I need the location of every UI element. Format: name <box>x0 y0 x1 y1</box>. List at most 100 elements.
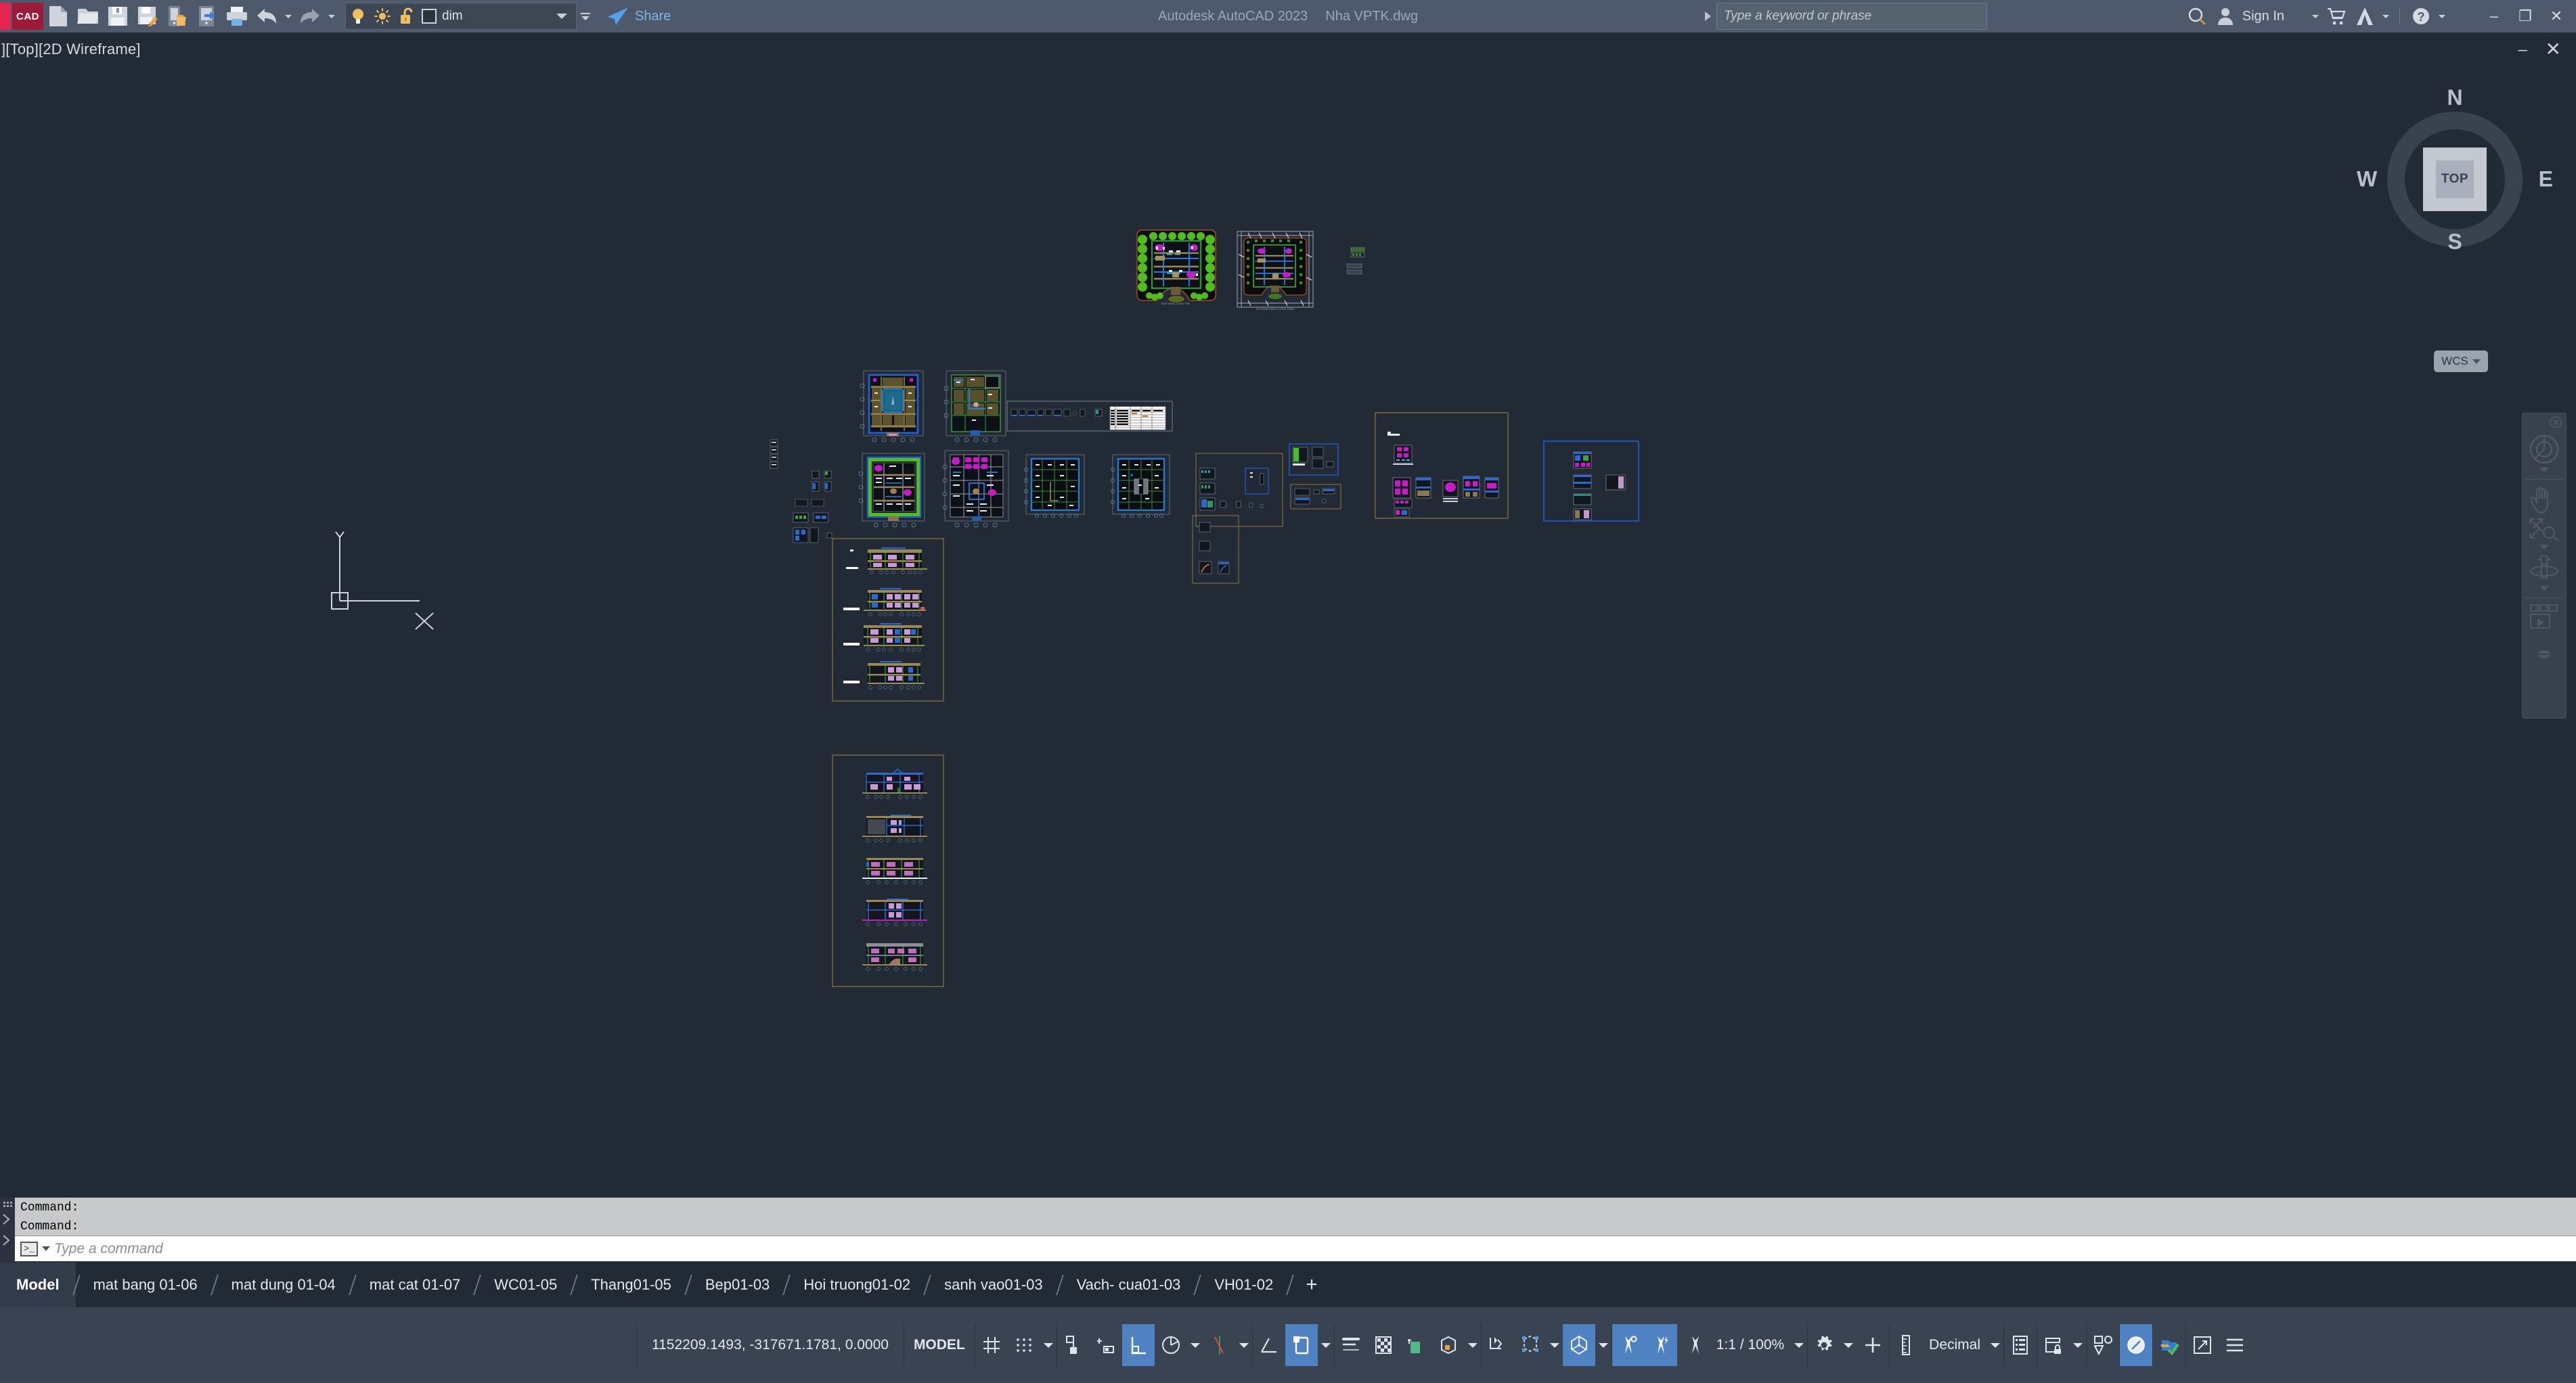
hamburger-menu-icon[interactable] <box>2219 1324 2251 1366</box>
model-space-indicator[interactable]: MODEL <box>903 1324 975 1366</box>
left-small-blocks-upper[interactable] <box>812 470 832 492</box>
floor-plan-3-landscaped[interactable] <box>858 453 925 528</box>
drag-handle-icon[interactable] <box>3 1202 12 1207</box>
model-space-viewport[interactable]: ][Top][2D Wireframe] – ✕ MAT BANG TONG T… <box>0 32 2576 1198</box>
object-snap-icon[interactable] <box>1253 1324 1285 1366</box>
current-layer-name[interactable]: dim <box>442 9 550 24</box>
gear-icon[interactable] <box>1808 1324 1840 1366</box>
plus-icon[interactable] <box>1857 1324 1889 1366</box>
detail-strip-with-schedule[interactable] <box>1006 401 1173 432</box>
open-folder-icon[interactable] <box>73 1 103 31</box>
command-input-row[interactable]: >_ <box>15 1235 2576 1261</box>
site-plan-landscaped[interactable]: MAT BANG TONG THE <box>1136 229 1216 305</box>
share-button[interactable]: Share <box>601 1 676 31</box>
search-expand-icon[interactable] <box>1699 1 1716 31</box>
layer-properties-dropdown-icon[interactable] <box>577 1 594 31</box>
transparency-icon[interactable] <box>1367 1324 1400 1366</box>
save-icon[interactable] <box>103 1 133 31</box>
steering-wheel-icon[interactable] <box>2523 434 2565 465</box>
polar-dropdown-icon[interactable] <box>1187 1324 1203 1366</box>
3d-osnap-icon[interactable] <box>1432 1324 1465 1366</box>
lightbulb-icon[interactable] <box>346 3 370 30</box>
bottom-left-detail-blocks[interactable] <box>795 499 824 507</box>
tab-vach-cua01-03[interactable]: Vach- cua01-03 <box>1061 1263 1197 1307</box>
tab-model[interactable]: Model <box>0 1263 76 1307</box>
dynamic-ucs-axis-icon[interactable] <box>1482 1324 1514 1366</box>
compass-east-label[interactable]: E <box>2539 167 2553 192</box>
magnifier-icon[interactable] <box>2183 1 2211 31</box>
framing-plan-1[interactable] <box>1024 454 1085 518</box>
dynamic-input-icon[interactable] <box>1090 1324 1122 1366</box>
zoom-magnifier-icon[interactable] <box>2523 518 2565 542</box>
coordinates-display[interactable]: 1152209.1493, -317671.1781, 0.0000 <box>636 1324 904 1366</box>
selection-filter-dropdown-icon[interactable] <box>1547 1324 1563 1366</box>
left-detail-column[interactable] <box>770 439 778 469</box>
dynamic-ucs-icon[interactable] <box>1285 1324 1318 1366</box>
undo-arrow-icon[interactable] <box>252 1 282 31</box>
window-maximize-button[interactable]: ❐ <box>2510 0 2541 32</box>
annotation-scale-value[interactable]: 1:1 / 100% <box>1710 1337 1791 1353</box>
drawing-status-icon[interactable] <box>2153 1324 2185 1366</box>
lock-ui-icon[interactable] <box>2037 1324 2070 1366</box>
osnap-tracking-icon[interactable] <box>1203 1324 1236 1366</box>
help-dropdown-icon[interactable] <box>2435 1 2449 31</box>
new-file-icon[interactable] <box>43 1 73 31</box>
command-options-icon[interactable] <box>3 1235 12 1249</box>
view-cube-top-face[interactable]: TOP <box>2423 148 2487 211</box>
sun-icon[interactable] <box>370 3 395 30</box>
infer-constraints-icon[interactable] <box>1057 1324 1090 1366</box>
selection-filter-icon[interactable] <box>1514 1324 1547 1366</box>
search-box[interactable] <box>1716 3 1987 30</box>
window-minimize-button[interactable]: – <box>2479 0 2510 32</box>
annotation-visibility-icon[interactable] <box>1612 1324 1645 1366</box>
orbit-dropdown-icon[interactable] <box>2539 586 2549 591</box>
floor-plan-4-furnished[interactable] <box>942 450 1009 528</box>
quick-properties-icon[interactable] <box>2004 1324 2037 1366</box>
showmotion-play-icon[interactable] <box>2523 604 2565 632</box>
close-circle-icon[interactable] <box>2550 416 2562 432</box>
autocad-logo-icon[interactable]: CAD <box>12 3 43 30</box>
navbar-menu-icon[interactable] <box>2523 648 2565 659</box>
tab-mat-dung-01-04[interactable]: mat dung 01-04 <box>215 1263 352 1307</box>
command-line-window[interactable]: Command: Command: >_ <box>0 1198 2576 1263</box>
tab-thang01-05[interactable]: Thang01-05 <box>575 1263 688 1307</box>
tab-mat-cat-01-07[interactable]: mat cat 01-07 <box>353 1263 477 1307</box>
window-close-button[interactable]: ✕ <box>2541 0 2572 32</box>
autodesk-dropdown-icon[interactable] <box>2379 1 2393 31</box>
command-prompt-icon[interactable]: >_ <box>20 1241 38 1256</box>
new-layout-button[interactable]: + <box>1291 1273 1333 1296</box>
gizmo-icon[interactable] <box>1562 1324 1595 1366</box>
osnap-tracking-dropdown-icon[interactable] <box>1236 1324 1252 1366</box>
polar-tracking-icon[interactable] <box>1155 1324 1187 1366</box>
autodesk-a-icon[interactable] <box>2351 1 2379 31</box>
command-input[interactable] <box>54 1240 2576 1257</box>
detail-block-group-b[interactable] <box>1192 515 1239 584</box>
isolate-objects-icon[interactable] <box>2087 1324 2119 1366</box>
grid-icon[interactable] <box>975 1324 1008 1366</box>
command-history-icon[interactable] <box>3 1214 12 1228</box>
tab-mat-bang-01-06[interactable]: mat bang 01-06 <box>77 1263 214 1307</box>
view-cube-face-label[interactable]: TOP <box>2436 160 2474 198</box>
question-mark-icon[interactable]: ? <box>2407 1 2435 31</box>
cad-drawing-content[interactable]: MAT BANG TONG THE MAT BANG DINH VI CONG … <box>0 32 2576 1198</box>
tab-hoi-truong01-02[interactable]: Hoi truong01-02 <box>787 1263 927 1307</box>
command-dropdown-icon[interactable] <box>42 1246 50 1251</box>
3d-osnap-dropdown-icon[interactable] <box>1465 1324 1481 1366</box>
detail-frame-large[interactable] <box>1375 412 1509 519</box>
sections-frame-lower[interactable] <box>832 754 944 987</box>
redo-arrow-icon[interactable] <box>295 1 325 31</box>
selection-cycling-icon[interactable] <box>1400 1324 1432 1366</box>
orbit-icon[interactable] <box>2523 555 2565 583</box>
ortho-icon[interactable] <box>1122 1324 1155 1366</box>
ruler-icon[interactable] <box>1890 1324 1922 1366</box>
ucs-selector[interactable]: WCS <box>2434 350 2488 372</box>
gizmo-dropdown-icon[interactable] <box>1595 1324 1612 1366</box>
units-value[interactable]: Decimal <box>1922 1337 1987 1353</box>
tab-bep01-03[interactable]: Bep01-03 <box>689 1263 786 1307</box>
undo-dropdown-icon[interactable] <box>282 1 295 31</box>
lock-ui-dropdown-icon[interactable] <box>2070 1324 2086 1366</box>
layout-tab-bar[interactable]: Model mat bang 01-06 mat dung 01-04 mat … <box>0 1263 2576 1307</box>
layer-dropdown-icon[interactable] <box>550 3 573 30</box>
save-as-icon[interactable] <box>133 1 162 31</box>
printer-icon[interactable] <box>222 1 252 31</box>
